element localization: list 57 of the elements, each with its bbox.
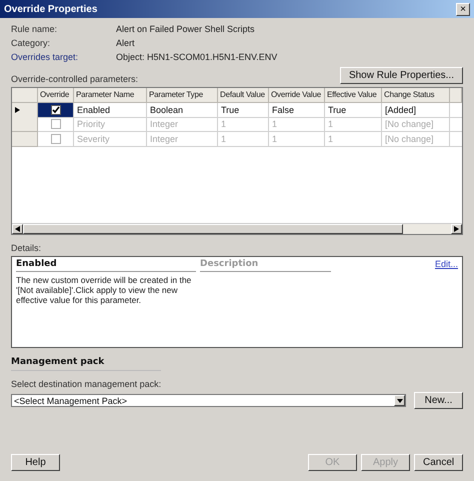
table-cell: 1 [325,132,382,146]
table-cell: Boolean [147,102,218,118]
window-title: Override Properties [4,4,98,14]
show-rule-properties-button[interactable]: Show Rule Properties... [340,67,463,84]
new-button[interactable]: New... [414,392,463,409]
column-header[interactable]: Override [38,88,74,102]
field-label: Overrides target: [11,52,80,62]
table-cell: 1 [325,117,382,132]
left-arrow-icon [15,226,20,232]
table-cell: False [269,102,325,118]
table-cell: [Added] [382,102,450,118]
table-cell: [No change] [382,132,450,146]
field-value: Alert on Failed Power Shell Scripts [116,24,256,34]
table-cell: Integer [147,117,218,132]
table-cell: [No change] [382,117,450,132]
table-cell: Priority [74,117,147,132]
table-cell: True [325,102,382,118]
row-header[interactable] [12,102,38,118]
column-header[interactable]: Effective Value [325,88,382,102]
close-button[interactable]: × [456,2,470,16]
field-value: Alert [116,38,136,48]
column-header[interactable]: Parameter Type [147,88,218,102]
dropdown-arrow-icon [396,398,402,402]
scroll-right-button[interactable] [451,224,462,234]
field-value: Object: H5N1-SCOM01.H5N1-ENV.ENV [116,52,278,62]
row-pointer-icon [15,106,20,112]
table-cell: Severity [74,132,147,146]
table-cell: Integer [147,132,218,146]
field-label: Rule name: [11,24,58,34]
table-cell: 1 [218,132,269,146]
table-cell: 1 [218,117,269,132]
dialog-button[interactable]: Help [11,454,60,471]
column-header[interactable]: Default Value [218,88,269,102]
management-pack-heading: Management pack [11,357,161,371]
details-title: Enabled [16,259,196,272]
header-filler [450,88,462,102]
details-label: Details: [11,243,42,253]
table-cell: Enabled [74,102,147,118]
override-checkbox[interactable] [50,104,60,114]
dialog-button[interactable]: Cancel [414,454,463,471]
column-header[interactable]: Parameter Name [74,88,147,102]
description-heading: Description [200,259,331,272]
edit-link[interactable]: Edit... [434,259,458,272]
corner-header [12,88,38,102]
column-header[interactable]: Change Status [382,88,450,102]
details-text: The new custom override will be created in the '[Not available]'.Click apply to view the new effective value for this parameter. [16,275,192,308]
field-label: Category: [11,38,52,48]
management-pack-label: Select destination management pack: [11,379,162,389]
column-header[interactable]: Override Value [269,88,325,102]
right-arrow-icon [454,226,459,232]
scroll-left-button[interactable] [12,224,23,234]
section-label: Override-controlled parameters: [11,74,138,84]
table-cell: 1 [269,117,325,132]
scrollbar-thumb[interactable] [23,224,403,234]
table-cell: True [218,102,269,118]
management-pack-dropdown[interactable]: <Select Management Pack> [11,394,406,407]
table-cell: 1 [269,132,325,146]
